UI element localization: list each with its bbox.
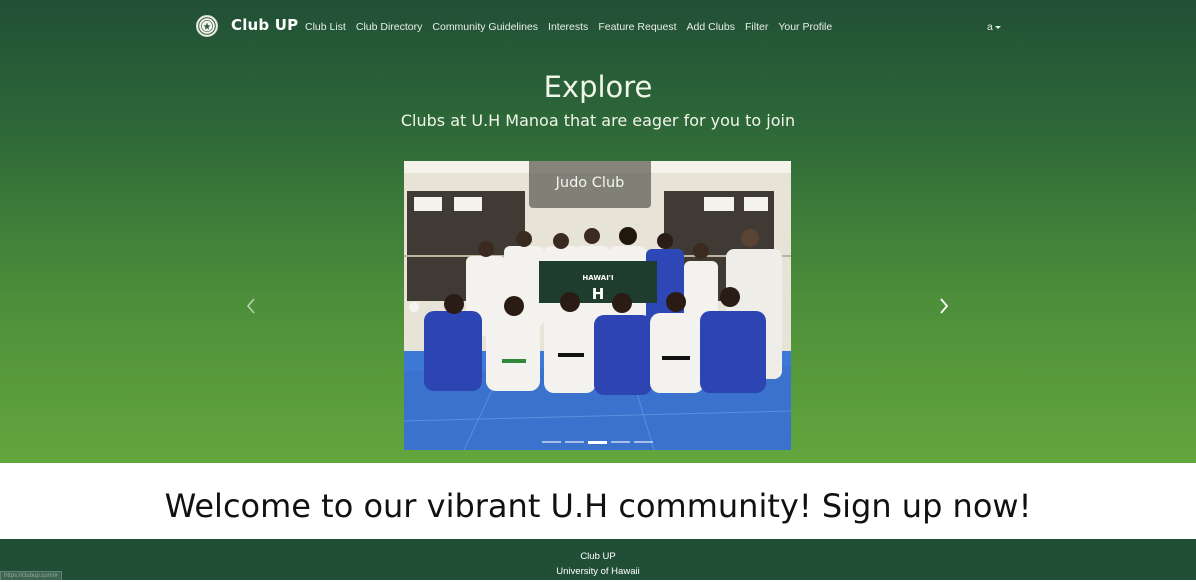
footer: Club UP University of Hawaii bbox=[0, 539, 1196, 580]
welcome-text: Welcome to our vibrant U.H community! Si… bbox=[164, 487, 1032, 525]
carousel-prev-button[interactable] bbox=[241, 293, 261, 319]
carousel-indicator[interactable] bbox=[565, 441, 584, 443]
nav-club-list[interactable]: Club List bbox=[305, 21, 346, 33]
nav-your-profile[interactable]: Your Profile bbox=[778, 21, 832, 33]
slide-caption-text: Judo Club bbox=[555, 175, 625, 191]
hero-section: Club UP Club List Club Directory Communi… bbox=[0, 0, 1196, 463]
nav-feature-request[interactable]: Feature Request bbox=[598, 21, 676, 33]
nav-club-directory[interactable]: Club Directory bbox=[356, 21, 423, 33]
status-bar-url: https://clubup.com/# bbox=[0, 571, 62, 582]
footer-university: University of Hawaii bbox=[556, 566, 640, 577]
page-title: Explore bbox=[543, 70, 653, 104]
user-dropdown[interactable]: a bbox=[987, 21, 1001, 33]
nav-add-clubs[interactable]: Add Clubs bbox=[687, 21, 735, 33]
caret-down-icon bbox=[994, 25, 1001, 29]
nav-links: Club List Club Directory Community Guide… bbox=[305, 21, 842, 33]
welcome-banner: Welcome to our vibrant U.H community! Si… bbox=[0, 463, 1196, 539]
banner-text: HAWAI'I bbox=[582, 274, 613, 282]
slide-caption: Judo Club bbox=[529, 161, 651, 208]
carousel-indicator-active[interactable] bbox=[588, 441, 607, 444]
carousel-indicator[interactable] bbox=[634, 441, 653, 443]
navbar: Club UP Club List Club Directory Communi… bbox=[0, 0, 1196, 56]
banner-letter: H bbox=[592, 285, 605, 303]
carousel-indicator[interactable] bbox=[542, 441, 561, 443]
carousel-indicator[interactable] bbox=[611, 441, 630, 443]
page-subtitle: Clubs at U.H Manoa that are eager for yo… bbox=[400, 111, 796, 130]
nav-community-guidelines[interactable]: Community Guidelines bbox=[432, 21, 538, 33]
carousel-next-button[interactable] bbox=[934, 293, 954, 319]
carousel-indicators bbox=[542, 441, 657, 444]
chevron-right-icon bbox=[940, 298, 949, 314]
chevron-left-icon bbox=[246, 298, 255, 314]
nav-filter[interactable]: Filter bbox=[745, 21, 768, 33]
nav-interests[interactable]: Interests bbox=[548, 21, 588, 33]
footer-app-name: Club UP bbox=[580, 551, 616, 562]
club-carousel[interactable]: HAWAI'I H Judo Club bbox=[404, 161, 791, 450]
university-seal-icon[interactable] bbox=[196, 15, 218, 37]
user-name: a bbox=[987, 21, 993, 33]
brand-name[interactable]: Club UP bbox=[231, 16, 298, 34]
